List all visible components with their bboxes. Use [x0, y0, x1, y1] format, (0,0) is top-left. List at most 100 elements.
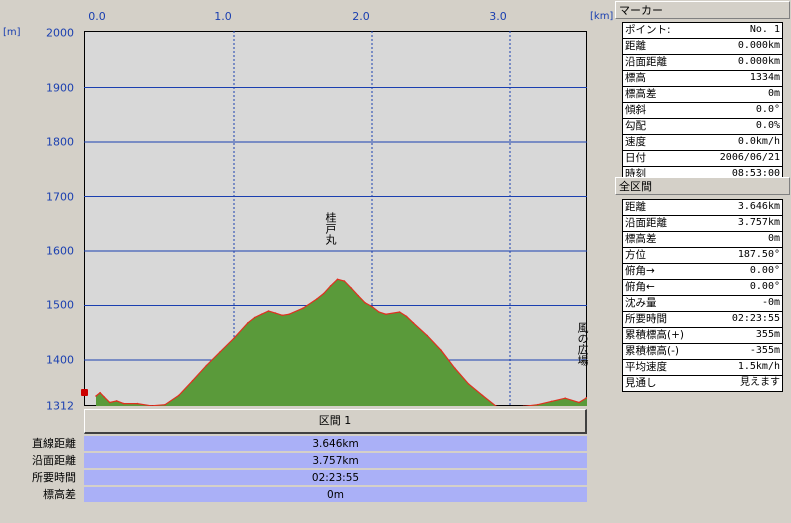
elevation-point [412, 322, 415, 324]
marker-row-value: 0.0° [755, 104, 780, 115]
section-stat-value: 0m [84, 487, 587, 503]
marker-row: 標高差 0m [623, 87, 782, 103]
elevation-point [109, 401, 111, 404]
elevation-point [115, 400, 118, 402]
all-section-row-value: 3.646km [737, 201, 780, 212]
all-section-row-label: 俯角→ [625, 265, 655, 277]
elevation-point [371, 305, 373, 308]
marker-panel-header: マーカー [615, 1, 790, 19]
marker-row-value: 0m [767, 88, 780, 99]
all-section-row-label: 標高差 [625, 233, 657, 245]
elevation-point [136, 402, 139, 405]
marker-row-label: 標高 [625, 72, 646, 84]
x-tick-label: 0.0 [88, 10, 106, 23]
all-section-row-label: 方位 [625, 249, 646, 261]
all-section-row-value: 187.50° [737, 249, 780, 260]
y-tick-label: 2000 [46, 26, 74, 40]
elevation-point [103, 396, 106, 398]
all-section-row-value: 0m [767, 233, 780, 244]
x-tick-label: 2.0 [352, 10, 370, 23]
marker-row: 傾斜 0.0° [623, 103, 782, 119]
marker-row-value: 0.0% [755, 120, 780, 131]
marker-row: ポイント: No. 1 [623, 23, 782, 39]
elevation-point [219, 351, 221, 353]
all-section-row: 平均速度 1.5km/h [623, 360, 782, 376]
marker-info-table: ポイント: No. 1 距離 0.000km 沿面距離 0.000km 標高 1334m 標高差… [622, 22, 783, 183]
all-section-row: 方位 187.50° [623, 248, 782, 264]
elevation-point [247, 322, 249, 324]
elevation-point [178, 394, 180, 397]
section-1-button[interactable]: 区間 1 [84, 409, 587, 434]
elevation-point [281, 314, 284, 317]
marker-row: 距離 0.000km [623, 39, 782, 55]
annotation-plaza-label: 風の広場 [576, 322, 589, 366]
marker-row-label: 距離 [625, 40, 646, 52]
section-stat-label: 沿面距離 [32, 454, 76, 467]
all-section-row-value: -0m [761, 297, 780, 308]
all-section-row: 沈み量 -0m [623, 296, 782, 312]
marker-row: 日付 2006/06/21 [623, 151, 782, 167]
elevation-point [302, 307, 304, 310]
marker-row-value: 0.000km [737, 56, 780, 67]
marker-row-value: No. 1 [749, 24, 780, 35]
elevation-point [122, 402, 125, 405]
elevation-point [398, 311, 401, 313]
elevation-point [378, 311, 380, 313]
all-section-row-value: 見えます [740, 377, 780, 388]
all-section-row-label: 平均速度 [625, 361, 667, 373]
marker-row-label: 日付 [625, 152, 646, 164]
marker-row: 勾配 0.0% [623, 119, 782, 135]
all-section-row-value: 1.5km/h [737, 361, 780, 372]
elevation-point [322, 292, 325, 295]
elevation-point [536, 403, 539, 406]
section-stat-value: 02:23:55 [84, 470, 587, 486]
elevation-point [364, 302, 366, 304]
y-tick-label: 1312 [46, 399, 74, 413]
all-section-row-value: 3.757km [737, 217, 780, 228]
elevation-point [205, 364, 208, 367]
marker-row-value: 0.0km/h [737, 136, 780, 147]
marker-row: 速度 0.0km/h [623, 135, 782, 151]
marker-row-label: 沿面距離 [625, 56, 667, 68]
elevation-area [95, 278, 587, 406]
all-section-row-label: 所要時間 [625, 313, 667, 325]
all-section-row-value: 02:23:55 [731, 313, 780, 324]
marker-row: 沿面距離 0.000km [623, 55, 782, 71]
all-section-row-label: 俯角← [625, 281, 655, 293]
all-section-row: 沿面距離 3.757km [623, 216, 782, 232]
all-section-row-value: 0.00° [749, 281, 780, 292]
all-section-row: 俯角← 0.00° [623, 280, 782, 296]
marker-row-value: 1334m [749, 72, 780, 83]
elevation-point [385, 313, 387, 316]
elevation-point [523, 405, 525, 406]
elevation-point [274, 312, 277, 314]
elevation-point [253, 316, 256, 319]
marker-flag-icon[interactable] [81, 389, 88, 396]
all-section-panel-header: 全区間 [615, 177, 790, 195]
elevation-point [564, 397, 566, 400]
all-section-row-label: 見通し [625, 377, 657, 389]
marker-row-label: 勾配 [625, 120, 646, 132]
x-tick-label: 3.0 [489, 10, 507, 23]
marker-row-value: 2006/06/21 [719, 152, 780, 163]
y-tick-label: 1700 [46, 190, 74, 204]
elevation-point [454, 367, 456, 370]
elevation-point [467, 383, 470, 385]
all-section-row: 所要時間 02:23:55 [623, 312, 782, 328]
all-section-row-label: 累積標高(+) [625, 329, 684, 341]
all-section-row-value: 355m [755, 329, 780, 340]
elevation-point [288, 313, 290, 316]
all-section-row-value: -355m [749, 345, 780, 356]
elevation-point [440, 349, 442, 352]
y-tick-label: 1500 [46, 298, 74, 312]
elevation-point [405, 315, 408, 318]
all-section-row-label: 累積標高(-) [625, 345, 679, 357]
all-section-row: 累積標高(-) -355m [623, 344, 782, 360]
section-stat-label: 所要時間 [32, 471, 76, 484]
elevation-point [585, 397, 587, 400]
elevation-point [357, 294, 360, 297]
elevation-point [260, 313, 263, 316]
section-stat-label: 直線距離 [32, 437, 76, 450]
all-section-info-table: 距離 3.646km 沿面距離 3.757km 標高差 0m 方位 187.50° 俯角→ 0.0… [622, 199, 783, 392]
all-section-row-label: 沿面距離 [625, 217, 667, 229]
